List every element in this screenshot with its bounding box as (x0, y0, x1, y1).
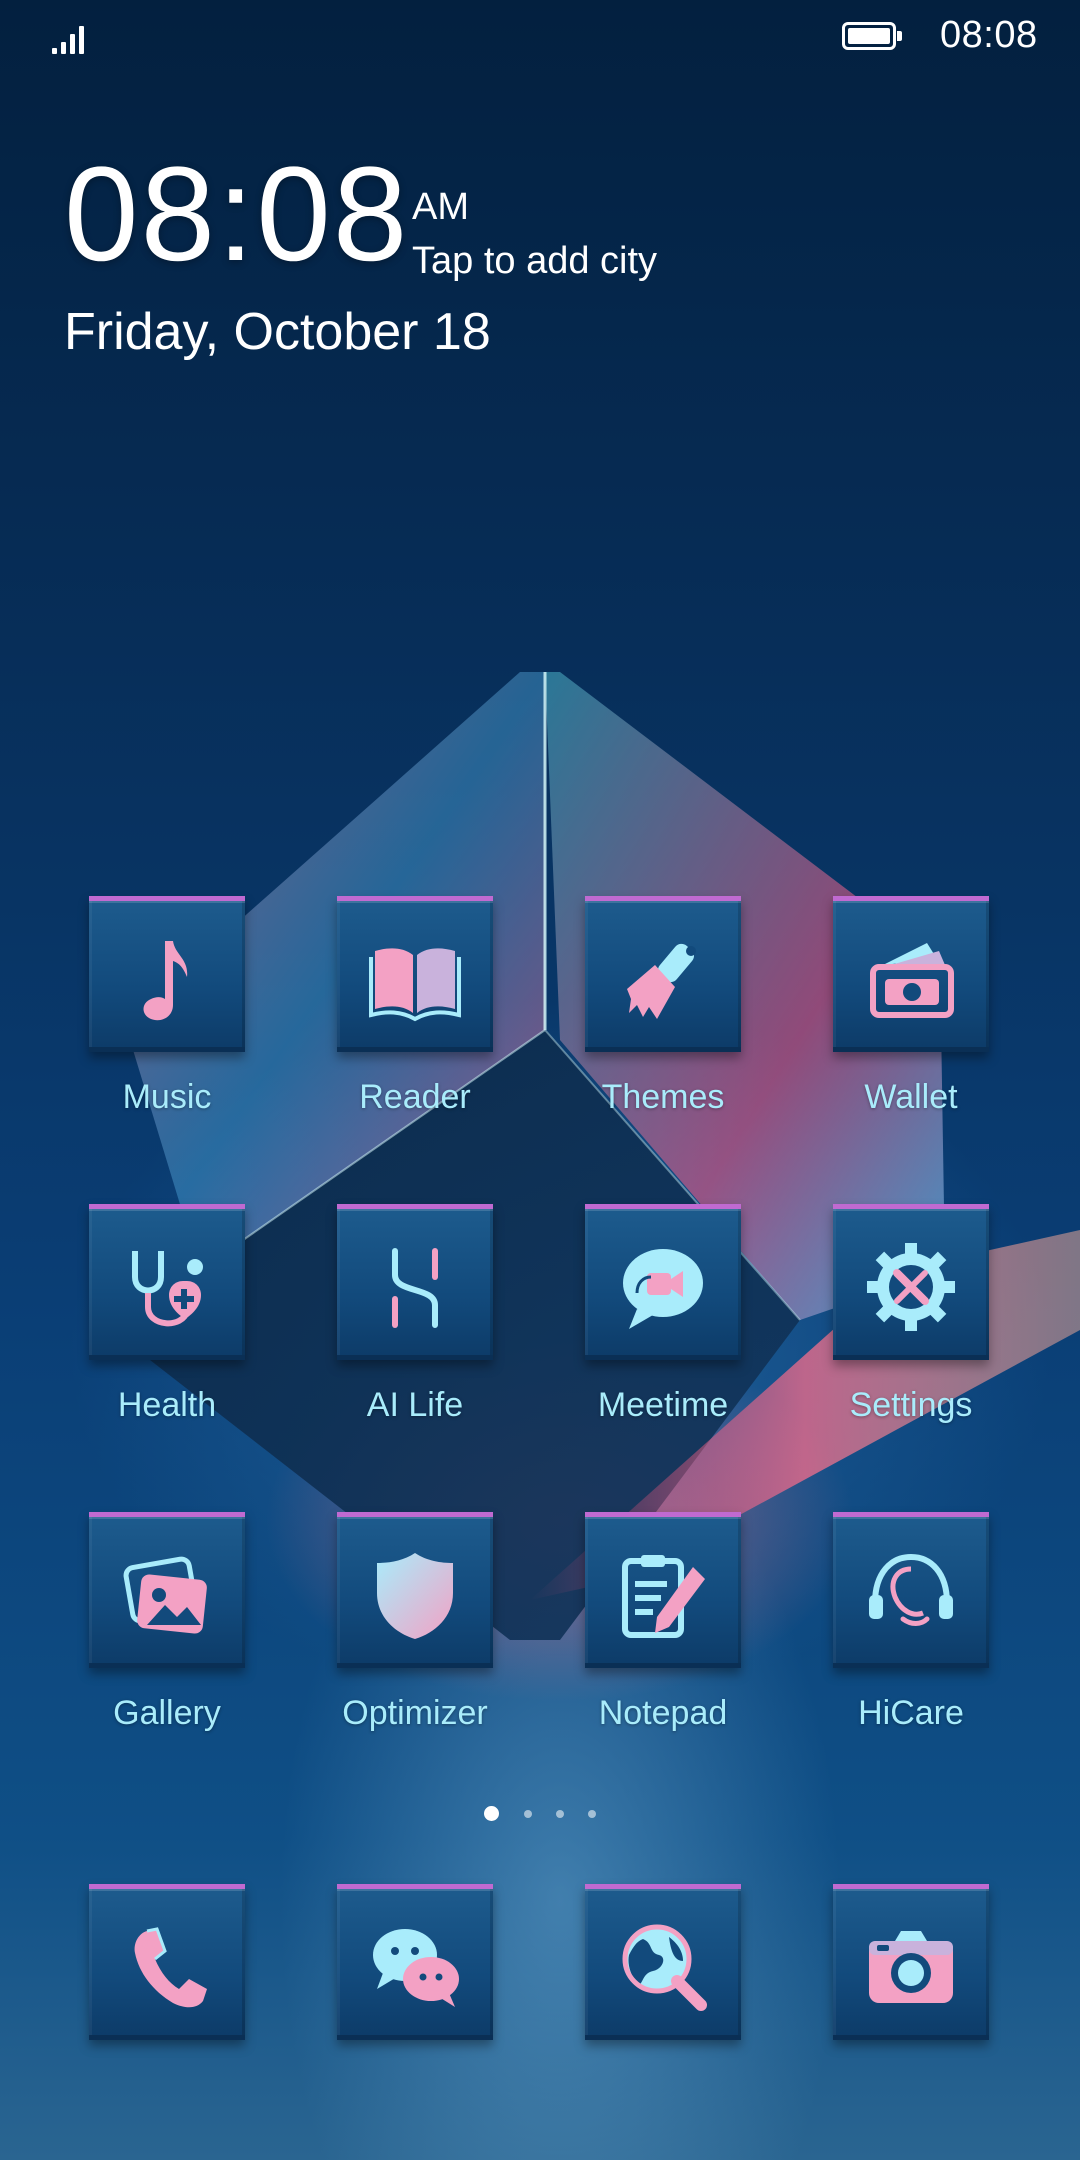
clock-ampm: AM (412, 186, 469, 228)
battery-icon (842, 22, 902, 50)
camera-app-icon[interactable] (833, 1884, 989, 2040)
dock-phone[interactable] (87, 1884, 247, 2040)
dock-camera[interactable] (831, 1884, 991, 2040)
app-label: Settings (849, 1386, 973, 1424)
paintbrush-icon (627, 943, 696, 1019)
shield-icon (377, 1553, 453, 1639)
app-hicare[interactable]: HiCare (831, 1512, 991, 1733)
reader-app-icon[interactable] (337, 896, 493, 1052)
book-icon (369, 948, 461, 1022)
clock-time[interactable]: 08:08 (64, 148, 409, 282)
app-ai-life[interactable]: AI Life (335, 1204, 495, 1425)
app-music[interactable]: Music (87, 896, 247, 1117)
health-app-icon[interactable] (89, 1204, 245, 1360)
dock-browser[interactable] (583, 1884, 743, 2040)
clock-date[interactable]: Friday, October 18 (64, 302, 491, 362)
phone-icon (134, 1927, 207, 2008)
app-notepad[interactable]: Notepad (583, 1512, 743, 1733)
notepad-app-icon[interactable] (585, 1512, 741, 1668)
app-meetime[interactable]: Meetime (583, 1204, 743, 1425)
status-time: 08:08 (940, 14, 1038, 56)
optimizer-app-icon[interactable] (337, 1512, 493, 1668)
messaging-app-icon[interactable] (337, 1884, 493, 2040)
settings-app-icon[interactable] (833, 1204, 989, 1360)
app-label: Notepad (598, 1694, 728, 1732)
app-label: Themes (601, 1078, 725, 1116)
gallery-icon (123, 1556, 207, 1634)
app-optimizer[interactable]: Optimizer (335, 1512, 495, 1733)
app-label: Music (122, 1078, 212, 1116)
app-label: Gallery (113, 1694, 221, 1732)
hicare-app-icon[interactable] (833, 1512, 989, 1668)
music-note-icon (143, 941, 188, 1021)
phone-app-icon[interactable] (89, 1884, 245, 2040)
page-indicator[interactable] (0, 1806, 1080, 1826)
signal-icon (52, 20, 92, 54)
music-app-icon[interactable] (89, 896, 245, 1052)
gallery-app-icon[interactable] (89, 1512, 245, 1668)
page-dot-3[interactable] (556, 1810, 564, 1818)
app-label: Wallet (864, 1078, 958, 1116)
add-city-link[interactable]: Tap to add city (412, 240, 657, 283)
notepad-icon (622, 1555, 705, 1638)
app-reader[interactable]: Reader (335, 896, 495, 1117)
video-chat-icon (623, 1249, 703, 1329)
camera-icon (869, 1931, 953, 2003)
ai-life-icon (392, 1248, 438, 1328)
app-label: Health (117, 1386, 217, 1424)
stethoscope-icon (132, 1251, 203, 1327)
meetime-app-icon[interactable] (585, 1204, 741, 1360)
app-gallery[interactable]: Gallery (87, 1512, 247, 1733)
gear-icon (867, 1243, 955, 1331)
app-wallet[interactable]: Wallet (831, 896, 991, 1117)
chat-bubbles-icon (373, 1929, 459, 2007)
browser-app-icon[interactable] (585, 1884, 741, 2040)
app-label: HiCare (858, 1694, 964, 1732)
app-health[interactable]: Health (87, 1204, 247, 1425)
app-themes[interactable]: Themes (583, 896, 743, 1117)
app-label: AI Life (366, 1386, 464, 1424)
page-dot-4[interactable] (588, 1810, 596, 1818)
wallet-app-icon[interactable] (833, 896, 989, 1052)
app-settings[interactable]: Settings (831, 1204, 991, 1425)
ai-life-app-icon[interactable] (337, 1204, 493, 1360)
wallet-icon (870, 943, 954, 1018)
dock-messaging[interactable] (335, 1884, 495, 2040)
app-label: Reader (359, 1078, 471, 1116)
app-label: Meetime (597, 1386, 729, 1424)
browser-icon (622, 1924, 707, 2011)
page-dot-2[interactable] (524, 1810, 532, 1818)
status-bar: 08:08 (0, 0, 1080, 80)
headset-icon (869, 1553, 953, 1626)
page-dot-1[interactable] (484, 1806, 499, 1821)
themes-app-icon[interactable] (585, 896, 741, 1052)
app-label: Optimizer (342, 1694, 488, 1732)
